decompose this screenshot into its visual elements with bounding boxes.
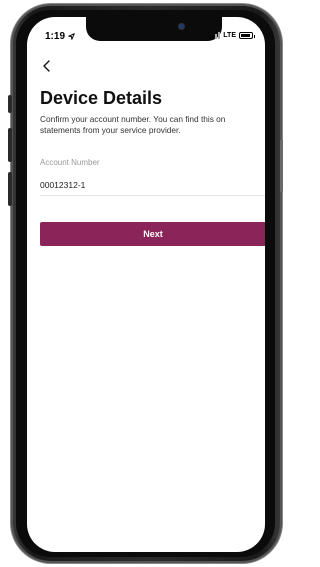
network-label: LTE [223, 32, 236, 39]
page-title: Device Details [40, 88, 163, 108]
signal-icon [209, 32, 221, 39]
back-chevron-icon[interactable] [38, 57, 56, 75]
location-arrow-icon [68, 33, 75, 40]
status-bar-time: 1:19 [45, 31, 75, 42]
account-number-label: Account Number [40, 158, 100, 167]
account-number-field[interactable] [40, 175, 265, 196]
page-subtitle: Confirm your account number. You can fin… [40, 114, 226, 135]
camera-icon [179, 24, 184, 29]
volume-down-button [8, 172, 12, 206]
phone-screen: 1:19 LTE Device Details Confirm your acc… [27, 17, 265, 552]
mute-switch [8, 95, 12, 113]
power-button [280, 140, 283, 192]
volume-up-button [8, 128, 12, 162]
notch [86, 17, 222, 41]
time-text: 1:19 [45, 31, 66, 42]
battery-icon [239, 32, 255, 39]
status-bar-indicators: LTE [209, 32, 255, 39]
next-button[interactable]: Next [40, 222, 265, 246]
